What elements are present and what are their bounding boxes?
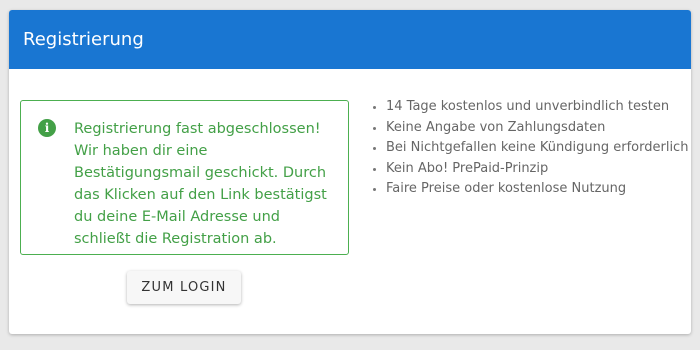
page-title: Registrierung — [23, 29, 144, 50]
alert-message: Registrierung fast abgeschlossen! Wir ha… — [74, 121, 327, 247]
card-header: Registrierung — [9, 10, 691, 69]
feature-list: 14 Tage kostenlos und unverbindlich test… — [370, 97, 688, 200]
registration-card: Registrierung i Registrierung fast abges… — [9, 10, 691, 334]
feature-item: Bei Nichtgefallen keine Kündigung erford… — [386, 138, 688, 159]
feature-item: 14 Tage kostenlos und unverbindlich test… — [386, 97, 688, 118]
feature-item: Faire Preise oder kostenlose Nutzung — [386, 179, 688, 200]
feature-item: Kein Abo! PrePaid-Prinzip — [386, 159, 688, 180]
login-button[interactable]: ZUM LOGIN — [127, 271, 241, 304]
success-alert: i Registrierung fast abgeschlossen! Wir … — [20, 100, 349, 255]
feature-item: Keine Angabe von Zahlungsdaten — [386, 118, 688, 139]
info-icon: i — [38, 119, 56, 137]
